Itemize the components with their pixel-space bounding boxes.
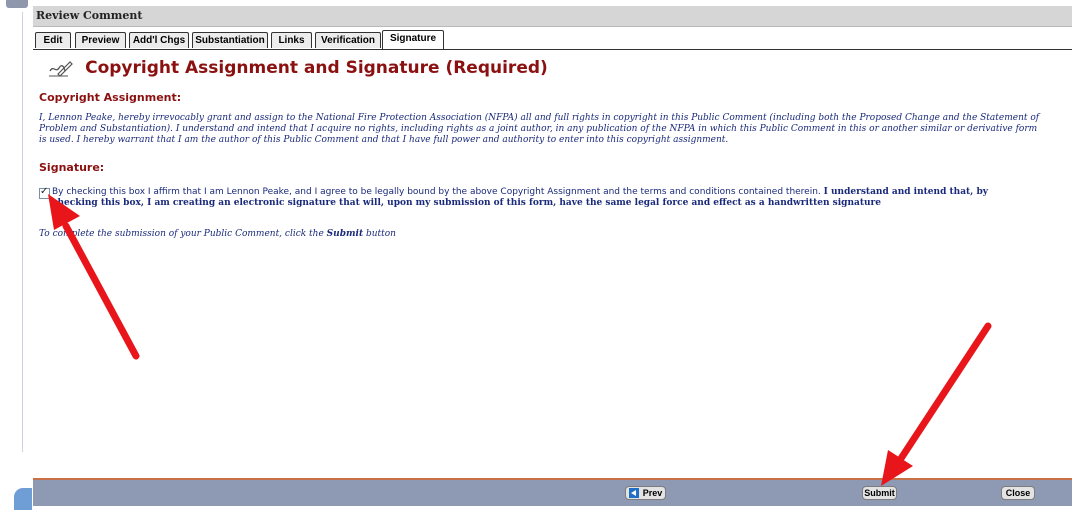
signature-panel: Copyright Assignment and Signature (Requ… xyxy=(33,50,1072,478)
tab-edit[interactable]: Edit xyxy=(35,32,71,48)
prev-button[interactable]: Prev xyxy=(625,486,666,500)
close-button[interactable]: Close xyxy=(1001,486,1035,500)
window-title-bar: Review Comment xyxy=(33,6,1072,27)
tab-bar: Edit Preview Add'l Chgs Substantiation L… xyxy=(33,27,1072,50)
signature-label: Signature: xyxy=(39,161,105,174)
pen-signature-icon xyxy=(48,59,74,77)
copyright-text-line: is used. I hereby warrant that I am the … xyxy=(39,135,729,145)
signature-text-normal: By checking this box I affirm that I am … xyxy=(52,187,824,197)
tab-verification[interactable]: Verification xyxy=(315,32,381,48)
taskbar-edge xyxy=(14,488,32,510)
copyright-text-line: I, Lennon Peake, hereby irrevocably gran… xyxy=(39,113,1040,123)
footer-toolbar: Prev Submit Close xyxy=(33,478,1072,506)
signature-text-line-1: By checking this box I affirm that I am … xyxy=(52,187,1062,198)
tab-substantiation[interactable]: Substantiation xyxy=(192,32,268,48)
tab-signature[interactable]: Signature xyxy=(382,30,444,49)
arrow-left-icon xyxy=(628,487,639,498)
instruction-text-end: button xyxy=(363,229,396,239)
panel-tab-corner xyxy=(6,0,28,8)
page-title: Copyright Assignment and Signature (Requ… xyxy=(85,57,548,78)
copyright-label: Copyright Assignment: xyxy=(39,91,182,104)
left-panel-strip xyxy=(0,0,32,510)
prev-label: Prev xyxy=(642,488,663,498)
tab-addl-chgs[interactable]: Add'l Chgs xyxy=(129,32,189,48)
signature-text-bold: checking this box, I am creating an elec… xyxy=(52,198,882,208)
submit-button[interactable]: Submit xyxy=(862,486,897,500)
tab-preview[interactable]: Preview xyxy=(75,32,126,48)
copyright-text-line: Problem and Substantiation). I understan… xyxy=(39,124,1038,134)
instruction-submit-word: Submit xyxy=(326,229,364,239)
signature-text-line-2: checking this box, I am creating an elec… xyxy=(52,198,1062,209)
instruction-text: To complete the submission of your Publi… xyxy=(39,229,327,239)
signature-text-bold: I understand and intend that, by xyxy=(823,187,988,197)
window-title: Review Comment xyxy=(36,9,143,22)
panel-divider xyxy=(22,12,23,452)
signature-checkbox[interactable] xyxy=(39,186,50,199)
tab-links[interactable]: Links xyxy=(271,32,312,48)
page-heading-row: Copyright Assignment and Signature (Requ… xyxy=(48,57,548,85)
submit-instruction: To complete the submission of your Publi… xyxy=(39,229,396,239)
